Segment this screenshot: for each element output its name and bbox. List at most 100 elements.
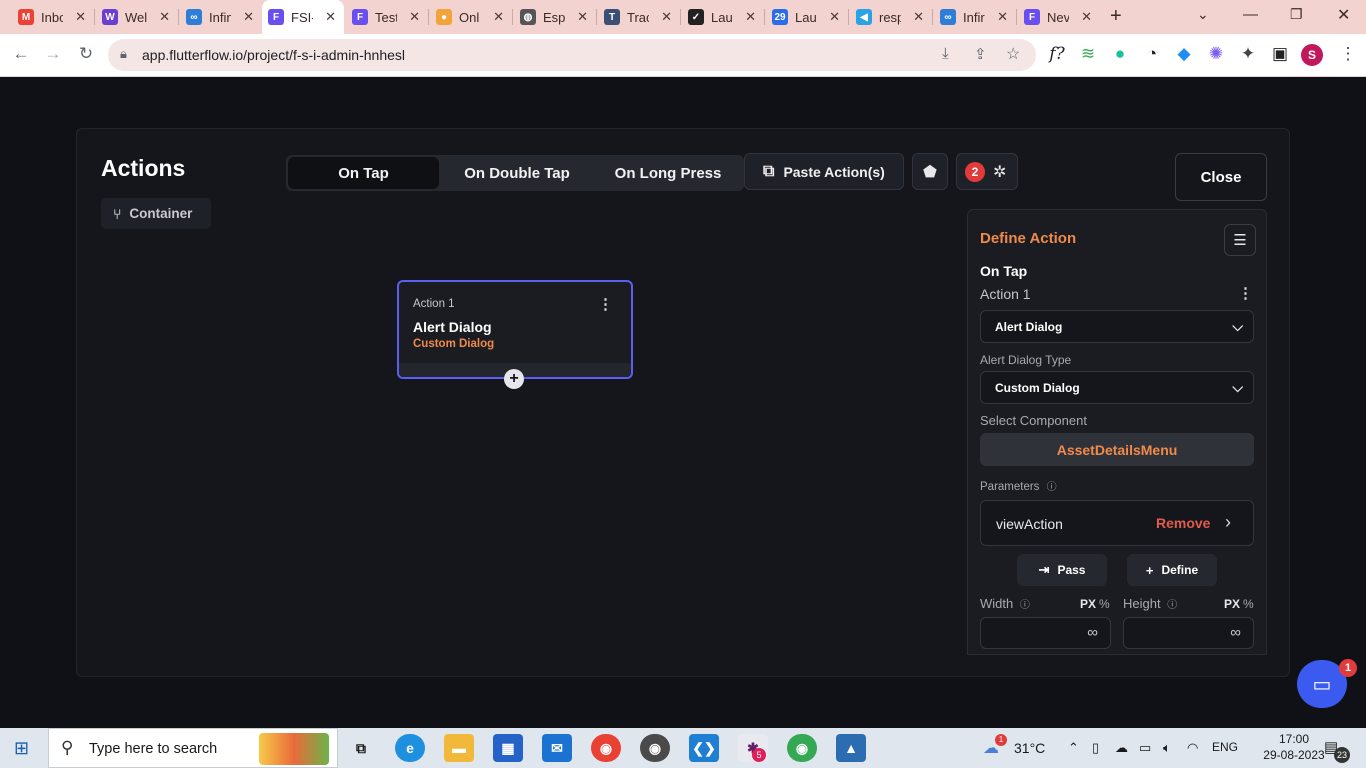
close-tab-icon[interactable]: ✕ bbox=[745, 9, 756, 25]
width-unit-toggle[interactable]: PX% bbox=[1080, 597, 1110, 611]
tab-6[interactable]: ● Onl ✕ bbox=[430, 0, 512, 34]
windows-start-icon[interactable]: ⊞ bbox=[14, 738, 29, 759]
side-panel-icon[interactable]: ▣ bbox=[1269, 44, 1291, 64]
close-button[interactable]: Close bbox=[1175, 153, 1267, 201]
grammarly-icon[interactable]: ● bbox=[1109, 44, 1131, 64]
unit-pct[interactable]: % bbox=[1099, 597, 1110, 611]
action-type-dropdown[interactable]: Alert Dialog ⌵ bbox=[980, 310, 1254, 343]
paste-actions-button[interactable]: ⧉ Paste Action(s) bbox=[744, 153, 904, 190]
close-tab-icon[interactable]: ✕ bbox=[1081, 9, 1092, 25]
tab-on-double-tap[interactable]: On Double Tap bbox=[442, 155, 592, 191]
mail-icon[interactable]: ✉ bbox=[542, 734, 572, 762]
close-tab-icon[interactable]: ✕ bbox=[493, 9, 504, 25]
tab-13[interactable]: F Nev ✕ bbox=[1018, 0, 1100, 34]
close-tab-icon[interactable]: ✕ bbox=[409, 9, 420, 25]
height-unit-toggle[interactable]: PX% bbox=[1224, 597, 1254, 611]
width-input[interactable]: ∞ bbox=[980, 617, 1111, 649]
tab-5[interactable]: F Test ✕ bbox=[346, 0, 428, 34]
address-bar[interactable]: 🔒︎ app.flutterflow.io/project/f-s-i-admi… bbox=[108, 39, 1036, 71]
timer-extension-icon[interactable]: ◔ bbox=[1141, 44, 1163, 64]
action-more-icon[interactable]: ⋮ bbox=[1238, 284, 1253, 302]
install-icon[interactable]: ⤓ bbox=[942, 45, 949, 62]
chevron-up-icon[interactable]: ⌃ bbox=[1068, 740, 1079, 756]
wifi-icon[interactable]: ◠ bbox=[1187, 740, 1198, 756]
tab-2[interactable]: W Welcome ✕ bbox=[96, 0, 178, 34]
tab-on-tap[interactable]: On Tap bbox=[288, 157, 439, 189]
clock-time[interactable]: 17:00 bbox=[1260, 732, 1328, 746]
store-icon[interactable]: ▦ bbox=[493, 734, 523, 762]
tab-9[interactable]: ✓ Lau ✕ bbox=[682, 0, 764, 34]
vscode-icon[interactable]: ❮❯ bbox=[689, 734, 719, 762]
close-tab-icon[interactable]: ✕ bbox=[243, 9, 254, 25]
dev-extension-icon[interactable]: ◆ bbox=[1173, 44, 1195, 64]
reload-icon[interactable]: ↻ bbox=[75, 44, 97, 64]
close-tab-icon[interactable]: ✕ bbox=[325, 9, 336, 25]
task-view-icon[interactable]: ⧉ bbox=[346, 734, 376, 762]
close-tab-icon[interactable]: ✕ bbox=[159, 9, 170, 25]
tab-3[interactable]: ∞ Infinity ✕ bbox=[180, 0, 262, 34]
minimize-icon[interactable]: — bbox=[1243, 6, 1258, 23]
close-tab-icon[interactable]: ✕ bbox=[75, 9, 86, 25]
chevron-right-icon[interactable]: › bbox=[1225, 512, 1231, 533]
extension-icon[interactable]: ≋ bbox=[1077, 44, 1099, 64]
add-action-button[interactable]: + bbox=[504, 369, 524, 389]
extensions-puzzle-icon[interactable]: ✦ bbox=[1237, 44, 1259, 64]
debug-button[interactable]: 2 ✲ bbox=[956, 153, 1018, 190]
back-icon[interactable]: ← bbox=[10, 44, 32, 64]
tab-search-icon[interactable]: ⌄ bbox=[1197, 6, 1209, 23]
tab-7[interactable]: ◍ Esp ✕ bbox=[514, 0, 596, 34]
tab-1[interactable]: M Inbox ✕ bbox=[12, 0, 94, 34]
notes-icon[interactable]: ☰ bbox=[1224, 224, 1256, 256]
close-tab-icon[interactable]: ✕ bbox=[997, 9, 1008, 25]
tab-on-long-press[interactable]: On Long Press bbox=[592, 155, 744, 191]
temperature[interactable]: 31°C bbox=[1014, 740, 1045, 756]
close-tab-icon[interactable]: ✕ bbox=[661, 9, 672, 25]
device-icon[interactable]: ▯ bbox=[1092, 740, 1099, 756]
language-indicator[interactable]: ENG bbox=[1212, 740, 1238, 754]
parameter-row[interactable]: viewAction Remove › bbox=[980, 500, 1254, 546]
close-tab-icon[interactable]: ✕ bbox=[829, 9, 840, 25]
widget-chip[interactable]: ⑂ Container bbox=[101, 198, 211, 229]
pass-button[interactable]: ⇥ Pass bbox=[1017, 554, 1107, 586]
new-tab-icon[interactable]: + bbox=[1110, 5, 1122, 28]
sparkle-extension-icon[interactable]: ✺ bbox=[1205, 44, 1227, 64]
taskbar-search[interactable]: ⚲ Type here to search bbox=[48, 728, 338, 768]
menu-kebab-icon[interactable]: ⋮ bbox=[1337, 44, 1359, 64]
unit-px[interactable]: PX bbox=[1080, 597, 1096, 611]
gem-button[interactable]: ⬟ bbox=[912, 153, 948, 190]
tab-12[interactable]: ∞ Infir ✕ bbox=[934, 0, 1016, 34]
battery-icon[interactable]: ▭ bbox=[1139, 740, 1151, 756]
tab-10[interactable]: 29 Lau ✕ bbox=[766, 0, 848, 34]
formula-extension-icon[interactable]: f? bbox=[1046, 44, 1068, 64]
tab-11[interactable]: ◀ resp ✕ bbox=[850, 0, 932, 34]
url-text[interactable]: app.flutterflow.io/project/f-s-i-admin-h… bbox=[142, 47, 405, 63]
volume-icon[interactable]: 🔈︎ bbox=[1163, 740, 1171, 756]
share-icon[interactable]: ⇪ bbox=[974, 45, 987, 63]
cloud-icon[interactable]: ☁ bbox=[1115, 740, 1128, 756]
forward-icon[interactable]: → bbox=[42, 44, 64, 64]
tab-8[interactable]: T Trac ✕ bbox=[598, 0, 680, 34]
bookmark-star-icon[interactable]: ☆ bbox=[1006, 44, 1020, 64]
remove-param-button[interactable]: Remove bbox=[1156, 515, 1210, 531]
define-button[interactable]: + Define bbox=[1127, 554, 1217, 586]
height-input[interactable]: ∞ bbox=[1123, 617, 1254, 649]
unit-pct[interactable]: % bbox=[1243, 597, 1254, 611]
restore-icon[interactable]: ❐ bbox=[1290, 6, 1303, 23]
chrome-alt-icon[interactable]: ◉ bbox=[787, 734, 817, 762]
component-selector[interactable]: AssetDetailsMenu bbox=[980, 433, 1254, 466]
chrome-icon[interactable]: ◉ bbox=[640, 734, 670, 762]
action-card[interactable]: Action 1 Alert Dialog Custom Dialog ⋮ bbox=[397, 280, 633, 379]
more-options-icon[interactable]: ⋮ bbox=[598, 295, 613, 313]
close-tab-icon[interactable]: ✕ bbox=[577, 9, 588, 25]
edge-icon[interactable]: e bbox=[395, 734, 425, 762]
unit-px[interactable]: PX bbox=[1224, 597, 1240, 611]
tab-4-active[interactable]: F FSI- ✕ bbox=[262, 0, 344, 34]
clock-date[interactable]: 29-08-2023 bbox=[1254, 748, 1334, 762]
photos-icon[interactable]: ▲ bbox=[836, 734, 866, 762]
close-tab-icon[interactable]: ✕ bbox=[913, 9, 924, 25]
chrome-profile-icon[interactable]: ◉ bbox=[591, 734, 621, 762]
profile-avatar[interactable]: S bbox=[1301, 44, 1323, 66]
dialog-type-dropdown[interactable]: Custom Dialog ⌵ bbox=[980, 371, 1254, 404]
file-explorer-icon[interactable]: ▬ bbox=[444, 734, 474, 762]
window-close-icon[interactable]: ✕ bbox=[1337, 5, 1350, 25]
